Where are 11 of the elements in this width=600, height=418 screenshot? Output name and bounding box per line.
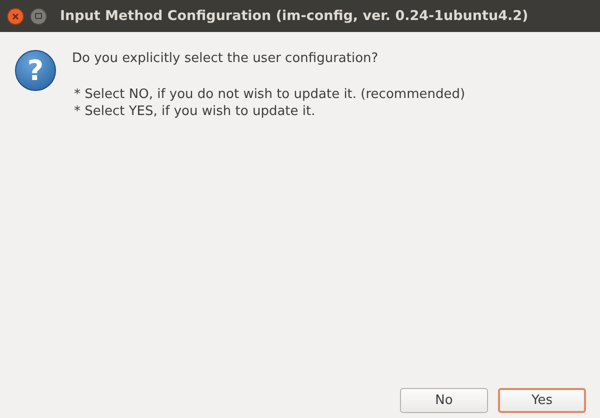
dialog-button[interactable]: No	[400, 388, 488, 413]
dialog-button[interactable]: Yes	[498, 388, 586, 413]
close-icon	[12, 12, 19, 20]
detail-text: * Select YES, if you wish to update it.	[74, 102, 316, 120]
close-button[interactable]	[7, 8, 24, 24]
minimize-button[interactable]	[30, 8, 47, 24]
minimize-icon	[35, 13, 42, 19]
window-title: Input Method Configuration (im-config, ver. 0.24-1ubuntu4.2)	[60, 6, 528, 26]
question-text: Do you explicitly select the user configuration?	[72, 50, 380, 68]
detail-text: * Select NO, if you do not wish to update it. (recommended)	[74, 86, 466, 102]
question-icon: ?	[15, 50, 56, 91]
